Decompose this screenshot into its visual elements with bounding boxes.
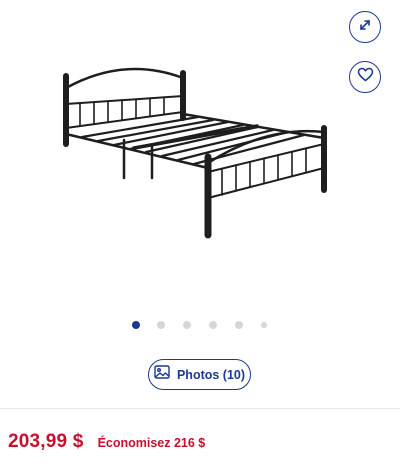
price-row: 203,99 $ Économisez 216 $ — [8, 431, 205, 459]
carousel-dot[interactable] — [157, 321, 165, 329]
product-image[interactable] — [52, 60, 342, 240]
carousel-dot-active[interactable] — [132, 321, 140, 329]
carousel-dots — [0, 319, 400, 331]
image-icon — [154, 365, 170, 384]
photos-button-label: Photos (10) — [176, 367, 246, 382]
carousel-dot[interactable] — [261, 322, 267, 328]
savings-label: Économisez 216 $ — [97, 436, 206, 450]
product-gallery[interactable] — [0, 0, 400, 312]
expand-icon — [358, 18, 372, 37]
carousel-dot[interactable] — [209, 321, 217, 329]
carousel-dot[interactable] — [183, 321, 191, 329]
photos-button[interactable]: Photos (10) — [148, 359, 251, 390]
divider — [0, 408, 400, 409]
carousel-dot[interactable] — [235, 321, 243, 329]
product-price: 203,99 $ — [8, 431, 84, 452]
heart-icon — [357, 67, 374, 87]
expand-button[interactable] — [349, 11, 381, 43]
favorite-button[interactable] — [349, 61, 381, 93]
